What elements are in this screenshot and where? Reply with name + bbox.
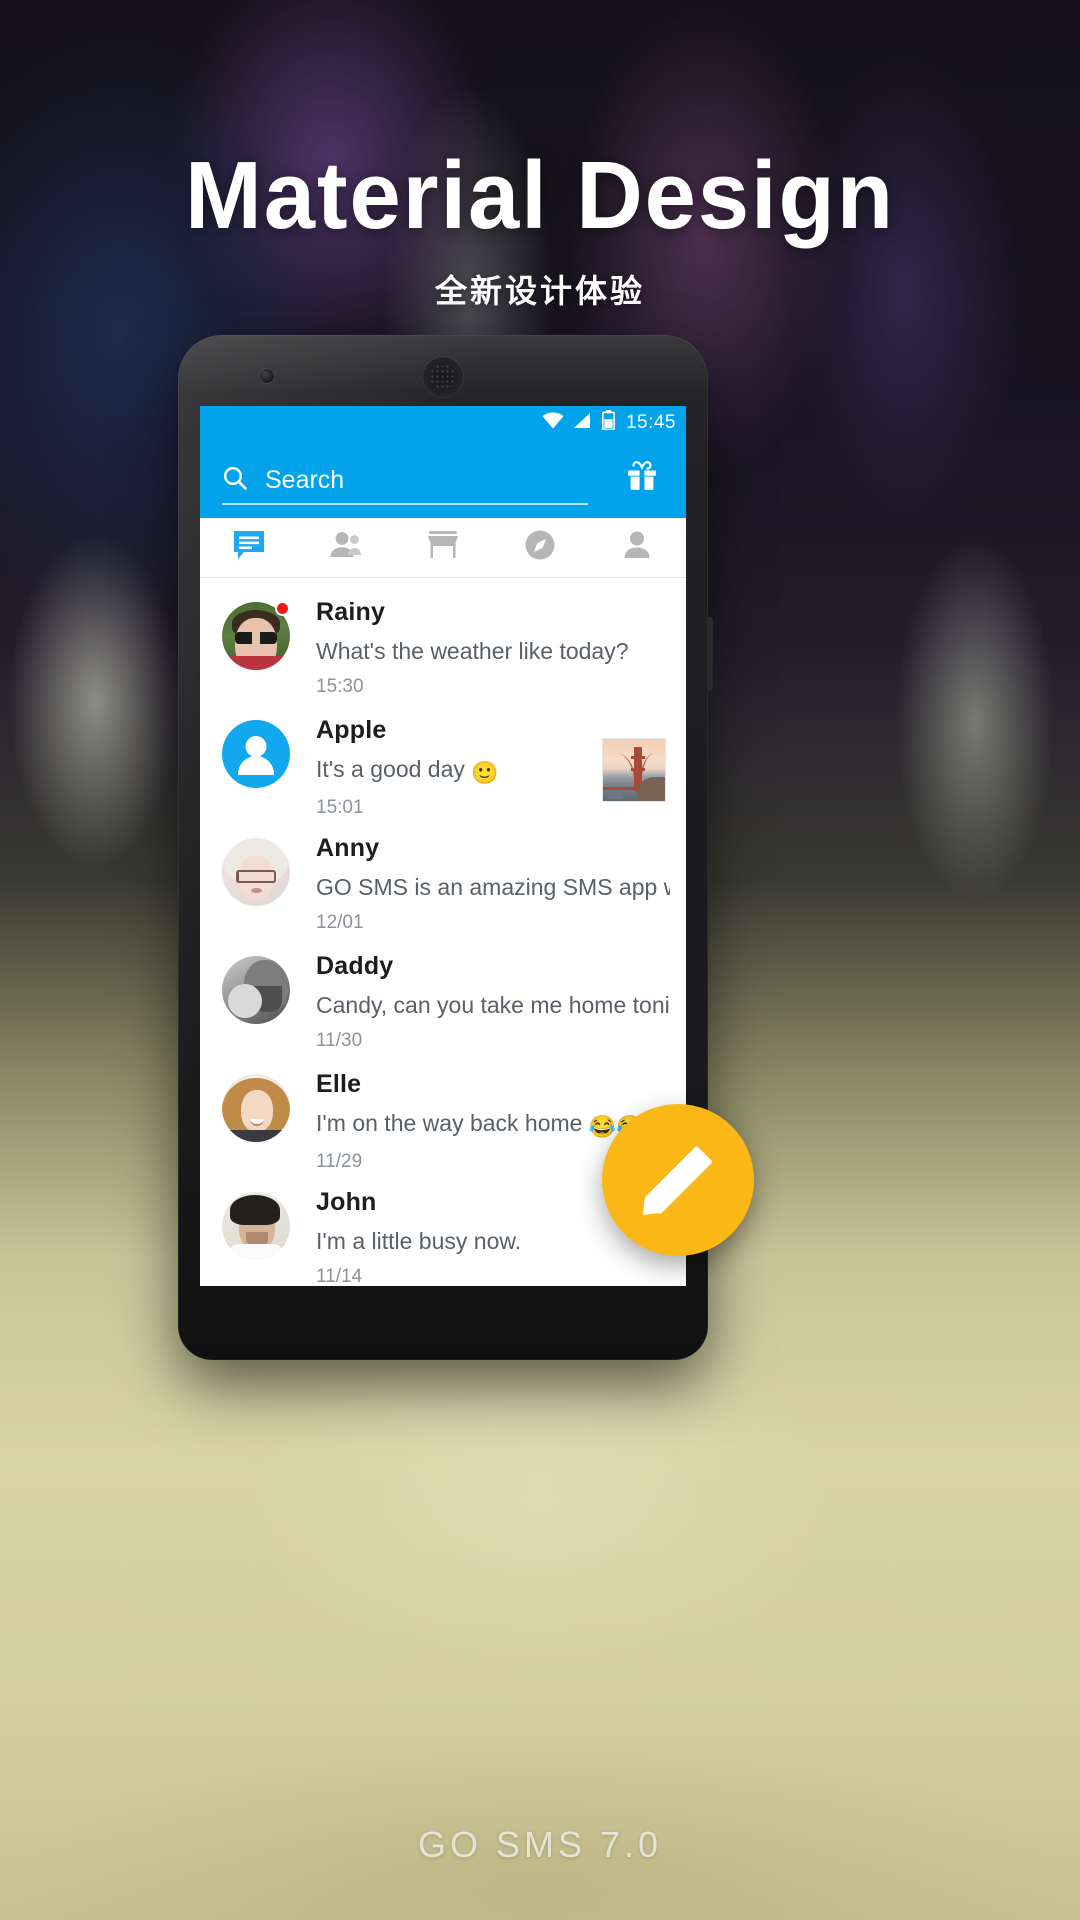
conversation-row-anny[interactable]: Anny GO SMS is an amazing SMS app with c… <box>200 814 686 934</box>
conversation-row-daddy[interactable]: Daddy Candy, can you take me home tonigh… <box>200 932 686 1052</box>
message-time: 12/01 <box>316 912 364 933</box>
message-snippet: It's a good day 🙂 <box>316 756 499 785</box>
phone-device-mockup: 15:45 Search Rainy What's the weather li… <box>178 335 754 1360</box>
avatar <box>222 720 290 788</box>
phone-earpiece <box>423 357 463 397</box>
chat-bubble-icon <box>232 529 266 566</box>
compass-icon <box>524 529 556 566</box>
phone-front-camera <box>260 369 274 383</box>
page-title: Material Design <box>185 142 895 249</box>
avatar-wrapper <box>222 720 290 788</box>
conversation-text: Rainy What's the weather like today? 15:… <box>290 596 670 698</box>
gift-button[interactable] <box>620 459 664 498</box>
conversation-text: Apple It's a good day 🙂 15:01 <box>290 714 602 819</box>
compose-fab-button[interactable] <box>602 1104 754 1256</box>
status-bar-clock: 15:45 <box>625 411 676 433</box>
page-subtitle: 全新设计体验 <box>434 273 645 309</box>
conversation-text: Anny GO SMS is an amazing SMS app with c… <box>290 832 670 934</box>
contact-name: Apple <box>316 716 387 744</box>
conversation-row-apple[interactable]: Apple It's a good day 🙂 15:01 <box>200 696 686 818</box>
unread-badge <box>275 601 290 616</box>
pencil-compose-icon <box>643 1145 713 1215</box>
tab-store[interactable] <box>394 518 491 577</box>
contact-name: Anny <box>316 834 380 862</box>
people-icon <box>328 530 364 565</box>
search-icon <box>222 465 248 496</box>
avatar-wrapper <box>222 838 290 906</box>
contact-name: Elle <box>316 1070 362 1098</box>
avatar <box>222 1074 290 1142</box>
message-time: 11/14 <box>316 1266 363 1286</box>
person-icon <box>623 530 651 565</box>
avatar-wrapper <box>222 1192 290 1260</box>
tab-bar <box>200 518 686 578</box>
avatar-wrapper <box>222 1074 290 1142</box>
search-bar[interactable]: Search <box>200 439 686 518</box>
search-input[interactable]: Search <box>222 461 620 496</box>
emoji-slightly-smiling: 🙂 <box>471 760 499 785</box>
contact-name: Rainy <box>316 598 386 626</box>
store-icon <box>426 530 460 565</box>
message-snippet: I'm a little busy now. <box>316 1228 522 1254</box>
conversation-text: Daddy Candy, can you take me home tonigh… <box>290 950 670 1052</box>
avatar <box>222 838 290 906</box>
gift-icon <box>625 459 659 498</box>
message-time: 15:30 <box>316 676 364 697</box>
hero-banner: Material Design 全新设计体验 <box>0 0 1080 312</box>
message-time: 11/30 <box>316 1030 363 1051</box>
avatar <box>222 1192 290 1260</box>
search-underline <box>222 503 588 505</box>
message-snippet: GO SMS is an amazing SMS app with co... <box>316 874 670 900</box>
avatar <box>222 956 290 1024</box>
avatar-wrapper <box>222 601 290 670</box>
tab-messages[interactable] <box>200 518 297 577</box>
tab-contacts[interactable] <box>297 518 394 577</box>
battery-icon <box>601 410 615 435</box>
phone-power-button <box>707 617 713 691</box>
message-snippet: Candy, can you take me home tonight? <box>316 992 670 1018</box>
search-placeholder-text: Search <box>265 466 345 494</box>
signal-icon <box>573 412 593 434</box>
status-bar: 15:45 <box>200 406 686 439</box>
contact-name: Daddy <box>316 952 394 980</box>
tab-profile[interactable] <box>589 518 686 577</box>
wifi-icon <box>542 411 564 434</box>
app-version-caption: GO SMS 7.0 <box>417 1824 663 1865</box>
avatar-wrapper <box>222 956 290 1024</box>
attachment-thumbnail[interactable] <box>602 738 666 802</box>
message-snippet: What's the weather like today? <box>316 638 629 664</box>
tab-discover[interactable] <box>492 518 589 577</box>
conversation-row-rainy[interactable]: Rainy What's the weather like today? 15:… <box>200 578 686 698</box>
